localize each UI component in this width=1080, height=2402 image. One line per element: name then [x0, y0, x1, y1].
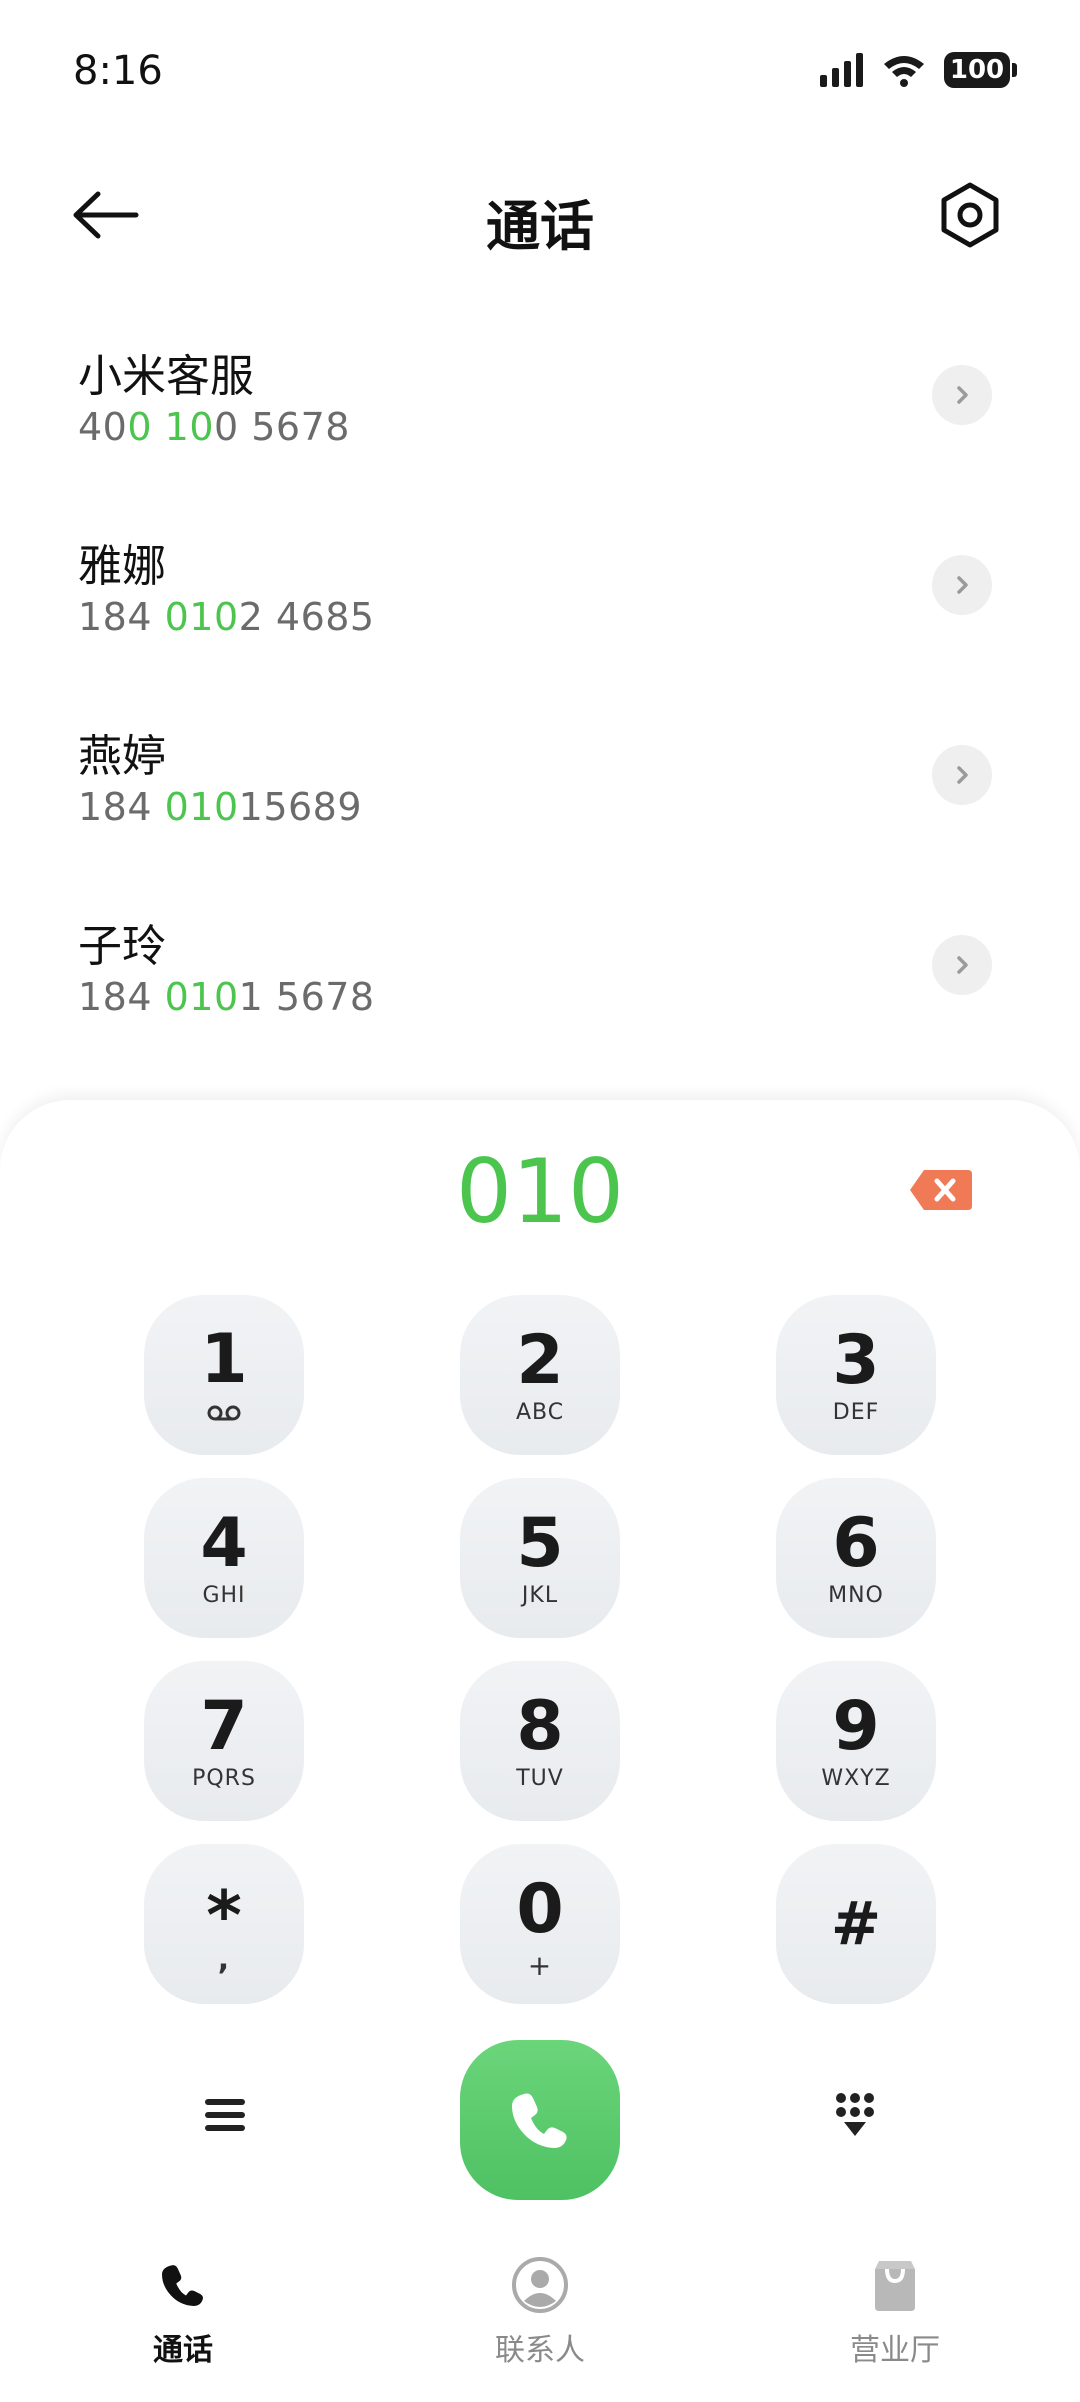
key-5[interactable]: 5 JKL: [460, 1478, 620, 1638]
contact-detail-button[interactable]: [932, 935, 992, 995]
dialpad-collapse-icon: [836, 2093, 874, 2136]
key-7[interactable]: 7 PQRS: [144, 1661, 304, 1821]
battery-level: 100: [949, 55, 1005, 85]
contact-number: 400 100 5678: [78, 405, 350, 449]
chevron-right-icon: [957, 766, 968, 784]
menu-icon: [205, 2099, 245, 2131]
header: 通话: [0, 160, 1080, 270]
contact-icon: [512, 2257, 568, 2313]
key-hash[interactable]: #: [776, 1844, 936, 2004]
result-item-3[interactable]: 子玲 184 0101 5678: [0, 880, 1080, 1070]
page-title: 通话: [486, 195, 594, 258]
key-3[interactable]: 3 DEF: [776, 1295, 936, 1455]
chevron-right-icon: [957, 956, 968, 974]
wifi-icon: [884, 56, 924, 87]
dialpad-toggle-button[interactable]: [820, 2080, 890, 2150]
key-8[interactable]: 8 TUV: [460, 1661, 620, 1821]
dialer-panel: 010 1 2 ABC 3 DEF 4 GHI 5 JKL 6 MNO 7 PQ…: [0, 1100, 1080, 2230]
backspace-icon: [910, 1170, 972, 1210]
chevron-right-icon: [957, 386, 968, 404]
contact-number: 184 0101 5678: [78, 975, 375, 1019]
call-button[interactable]: [460, 2040, 620, 2200]
contact-name: 燕婷: [78, 731, 166, 782]
key-1[interactable]: 1: [144, 1295, 304, 1455]
contact-detail-button[interactable]: [932, 745, 992, 805]
status-time: 8:16: [73, 48, 163, 94]
backspace-button[interactable]: [908, 1168, 974, 1212]
key-0[interactable]: 0 +: [460, 1844, 620, 2004]
contact-number: 184 01015689: [78, 785, 363, 829]
status-icons: 100: [820, 52, 1017, 88]
contact-number: 184 0102 4685: [78, 595, 375, 639]
key-9[interactable]: 9 WXYZ: [776, 1661, 936, 1821]
tab-store[interactable]: 营业厅: [795, 2255, 995, 2369]
contact-detail-button[interactable]: [932, 555, 992, 615]
result-item-1[interactable]: 雅娜 184 0102 4685: [0, 500, 1080, 690]
key-2[interactable]: 2 ABC: [460, 1295, 620, 1455]
key-6[interactable]: 6 MNO: [776, 1478, 936, 1638]
tab-label: 通话: [153, 2333, 213, 2368]
voicemail-icon: [207, 1405, 241, 1421]
settings-button[interactable]: [930, 175, 1010, 255]
shopping-bag-icon: [875, 2261, 915, 2311]
result-item-0[interactable]: 小米客服 400 100 5678: [0, 310, 1080, 500]
result-item-2[interactable]: 燕婷 184 01015689: [0, 690, 1080, 880]
search-results-list: 小米客服 400 100 5678 雅娜 184 0102 4685 燕婷 18…: [0, 310, 1080, 1070]
contact-name: 小米客服: [78, 351, 254, 402]
contact-name: 子玲: [78, 921, 166, 972]
key-4[interactable]: 4 GHI: [144, 1478, 304, 1638]
signal-icon: [820, 53, 863, 87]
dialer-action-row: [0, 2035, 1080, 2205]
contact-detail-button[interactable]: [932, 365, 992, 425]
phone-icon: [162, 2265, 203, 2306]
phone-icon: [512, 2093, 567, 2148]
settings-hexagon-icon: [941, 182, 999, 248]
tab-label: 联系人: [495, 2333, 585, 2368]
contact-name: 雅娜: [78, 541, 166, 592]
tab-contacts[interactable]: 联系人: [440, 2255, 640, 2369]
menu-button[interactable]: [190, 2080, 260, 2150]
battery-indicator: 100: [944, 52, 1017, 88]
bottom-nav: 通话 联系人 营业厅: [0, 2230, 1080, 2402]
tab-calls[interactable]: 通话: [83, 2255, 283, 2369]
tab-label: 营业厅: [850, 2333, 940, 2368]
status-bar: 8:16 100: [0, 0, 1080, 150]
key-star[interactable]: * ,: [144, 1844, 304, 2004]
chevron-right-icon: [957, 576, 968, 594]
